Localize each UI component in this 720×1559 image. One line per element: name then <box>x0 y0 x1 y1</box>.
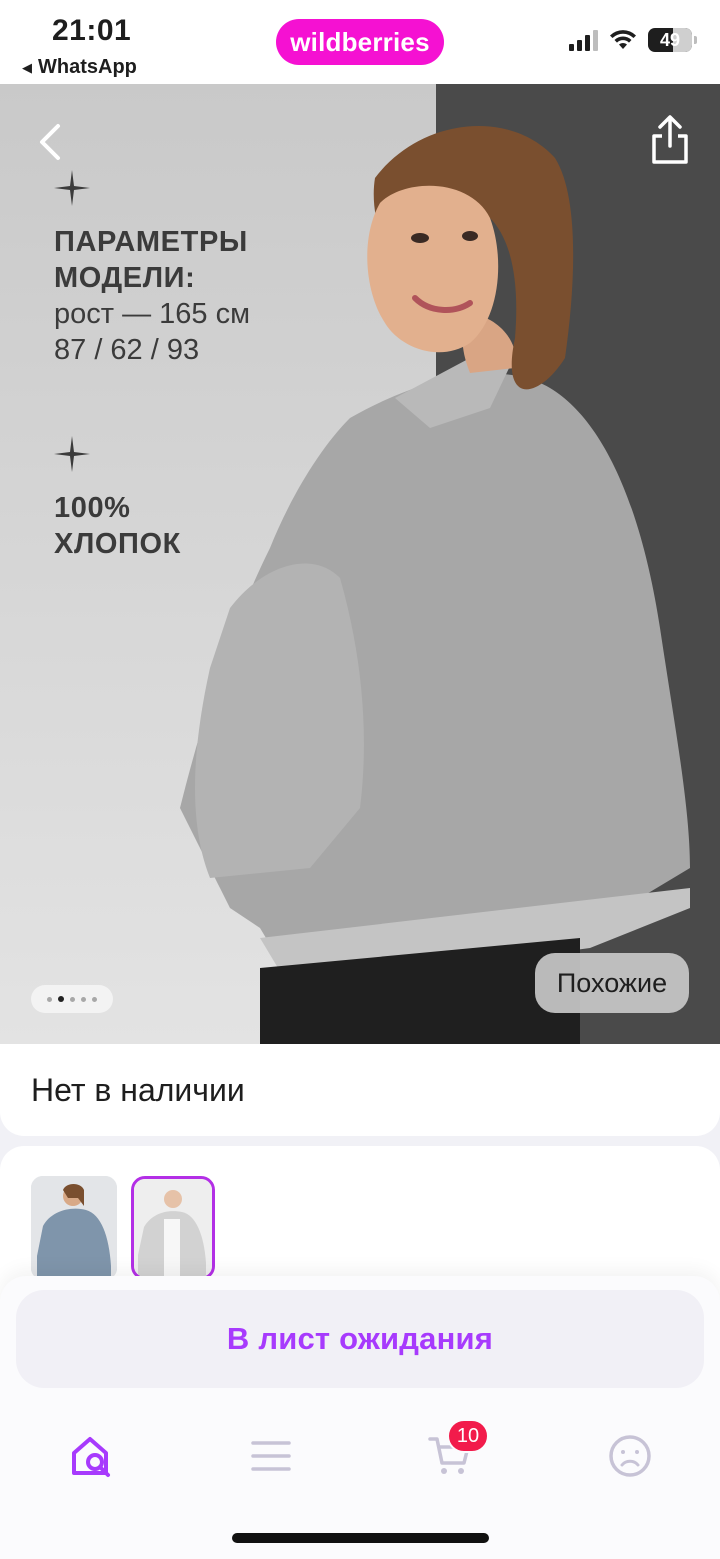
bottom-sheet: В лист ожидания <box>0 1276 720 1559</box>
home-search-icon <box>72 1437 110 1477</box>
variant-thumbnail[interactable] <box>31 1176 117 1280</box>
material-line2: ХЛОПОК <box>54 528 181 560</box>
back-triangle-icon: ◀ <box>22 59 32 75</box>
profile-icon <box>609 1435 651 1477</box>
model-photo <box>180 125 690 1044</box>
brand-logo-text: wildberries <box>290 26 430 57</box>
tab-profile[interactable] <box>600 1426 660 1486</box>
material-info: 100% ХЛОПОК <box>54 490 181 562</box>
back-to-app-link[interactable]: ◀ WhatsApp <box>22 56 137 79</box>
params-heading-line2: МОДЕЛИ: <box>54 262 196 294</box>
page-dot <box>92 996 97 1002</box>
tab-bar <box>0 1416 720 1496</box>
wifi-icon <box>610 30 636 49</box>
back-chevron-icon[interactable] <box>34 122 68 162</box>
system-icons: 49 <box>569 28 697 52</box>
page-dot <box>47 996 52 1002</box>
catalog-menu-icon <box>251 1441 291 1471</box>
stock-status: Нет в наличии <box>31 1072 245 1108</box>
product-image-gallery[interactable]: ПАРАМЕТРЫ МОДЕЛИ: рост — 165 см 87 / 62 … <box>0 84 720 1044</box>
tab-catalog[interactable] <box>241 1426 301 1486</box>
variant-thumbnail-selected[interactable] <box>131 1176 215 1280</box>
params-height: рост — 165 см <box>54 298 251 330</box>
stock-card: Нет в наличии <box>0 1044 720 1136</box>
params-heading-line1: ПАРАМЕТРЫ <box>54 226 248 258</box>
variant-thumbnail-image <box>134 1179 212 1277</box>
status-bar: 21:01 ◀ WhatsApp wildberries 49 <box>0 0 720 84</box>
model-parameters: ПАРАМЕТРЫ МОДЕЛИ: рост — 165 см 87 / 62 … <box>54 224 250 368</box>
page-dot <box>81 996 86 1002</box>
similar-button[interactable]: Похожие <box>535 953 689 1013</box>
battery-icon: 49 <box>648 28 697 52</box>
sparkle-icon <box>54 436 90 472</box>
share-icon[interactable] <box>648 114 692 166</box>
signal-icon <box>569 29 598 51</box>
tab-home[interactable] <box>62 1426 122 1486</box>
waitlist-button[interactable]: В лист ожидания <box>16 1290 704 1388</box>
status-time: 21:01 <box>52 14 132 47</box>
page-dot <box>70 996 75 1002</box>
brand-logo: wildberries <box>276 19 444 65</box>
sparkle-icon <box>54 170 90 206</box>
back-app-label: WhatsApp <box>38 56 137 78</box>
params-measurements: 87 / 62 / 93 <box>54 334 200 366</box>
gallery-page-indicator <box>31 985 113 1013</box>
battery-level: 49 <box>659 29 681 50</box>
material-line1: 100% <box>54 492 131 524</box>
cart-count-badge: 10 <box>447 1419 489 1453</box>
variant-thumbnail-image <box>31 1176 117 1280</box>
page-dot-active <box>58 996 64 1002</box>
home-indicator[interactable] <box>232 1533 489 1543</box>
